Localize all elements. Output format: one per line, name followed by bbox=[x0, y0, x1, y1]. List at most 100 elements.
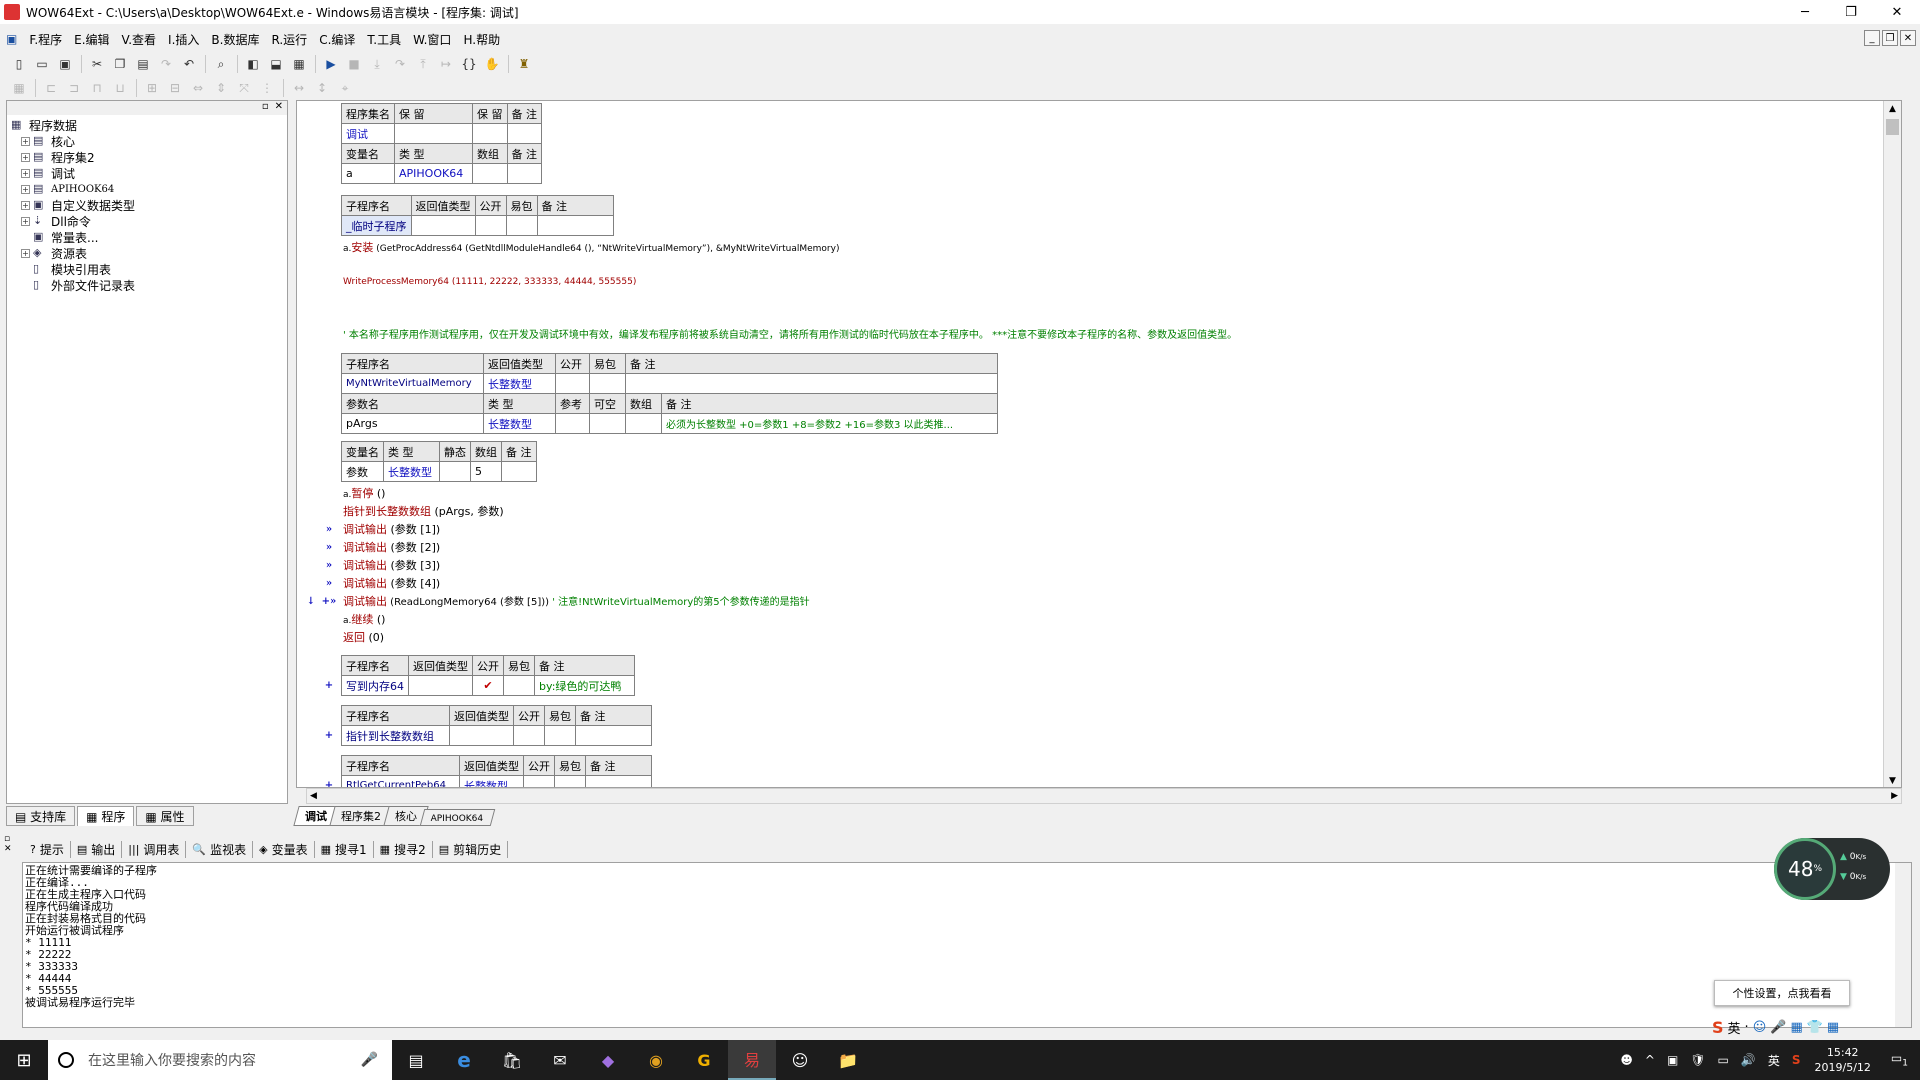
undo-icon[interactable]: ↶ bbox=[178, 54, 200, 74]
menu-view[interactable]: V.查看 bbox=[116, 31, 162, 48]
tab-clipboard-history[interactable]: ▤ 剪辑历史 bbox=[433, 840, 509, 858]
menu-window[interactable]: W.窗口 bbox=[407, 31, 457, 48]
tree-item-external-files[interactable]: ▯ 外部文件记录表 bbox=[11, 277, 287, 293]
panel-close-icon[interactable]: ✕ bbox=[4, 844, 12, 854]
layout-output-icon[interactable]: ⬓ bbox=[265, 54, 287, 74]
people-icon[interactable]: ☻ bbox=[1614, 1053, 1639, 1067]
sogou-tray-icon[interactable]: S bbox=[1786, 1053, 1807, 1067]
editor-vertical-scrollbar[interactable]: ▲ ▼ bbox=[1883, 101, 1901, 787]
table-cell[interactable]: 长整数型 bbox=[459, 775, 524, 787]
step-over-icon[interactable]: ↷ bbox=[389, 54, 411, 74]
tree-item-debug[interactable]: + ▤ 调试 bbox=[11, 165, 287, 181]
tab-apihook64[interactable]: APIHOOK64 bbox=[419, 809, 495, 826]
checkmark-icon[interactable]: ✔ bbox=[472, 675, 504, 696]
align-top-icon[interactable]: ⊓ bbox=[86, 78, 108, 98]
mdi-minimize-button[interactable]: _ bbox=[1864, 30, 1880, 46]
code-line[interactable]: 调试输出 (参数 [3]) bbox=[343, 557, 440, 575]
tray-app-icon[interactable]: ▣ bbox=[1661, 1053, 1684, 1067]
breakpoint-icon[interactable]: {} bbox=[458, 54, 480, 74]
table-cell[interactable] bbox=[503, 675, 535, 696]
table-cell[interactable] bbox=[513, 725, 545, 746]
layout-full-icon[interactable]: ▦ bbox=[288, 54, 310, 74]
volume-icon[interactable]: 🔊 bbox=[1735, 1053, 1762, 1067]
hspace-icon[interactable]: ↔ bbox=[288, 78, 310, 98]
table-cell[interactable] bbox=[589, 373, 626, 394]
expand-icon[interactable]: + bbox=[21, 152, 30, 162]
tree-item-dll-commands[interactable]: + ⇣ Dll命令 bbox=[11, 213, 287, 229]
tree-item-resources[interactable]: + ◈ 资源表 bbox=[11, 245, 287, 261]
code-line[interactable]: 调试输出 (参数 [1]) bbox=[343, 521, 440, 539]
tree-item-core[interactable]: + ▤ 核心 bbox=[11, 133, 287, 149]
table-cell[interactable] bbox=[575, 725, 652, 746]
ime-keyboard-icon[interactable]: ▦ bbox=[1790, 1020, 1802, 1035]
ime-voice-icon[interactable]: 🎤 bbox=[1770, 1020, 1786, 1035]
gutter-marker[interactable]: » bbox=[319, 557, 339, 575]
show-hidden-icons-icon[interactable]: ^ bbox=[1639, 1053, 1661, 1067]
taskbar-search[interactable]: 在这里输入你要搜索的内容 🎤 bbox=[48, 1040, 392, 1080]
table-cell[interactable]: by:绿色的可达鸭 bbox=[534, 675, 635, 696]
table-cell[interactable] bbox=[536, 215, 614, 236]
gutter-marker[interactable]: +» bbox=[319, 593, 339, 611]
close-button[interactable]: ✕ bbox=[1874, 0, 1920, 24]
tab-call-stack[interactable]: ||| 调用表 bbox=[122, 840, 187, 858]
vspace-icon[interactable]: ↕ bbox=[311, 78, 333, 98]
new-file-icon[interactable]: ▯ bbox=[8, 54, 30, 74]
tree-item-module-refs[interactable]: ▯ 模块引用表 bbox=[11, 261, 287, 277]
same-size-icon[interactable]: ⤧ bbox=[233, 78, 255, 98]
gutter-marker[interactable]: » bbox=[319, 521, 339, 539]
ime-punctuation-icon[interactable]: · bbox=[1745, 1020, 1749, 1035]
cut-icon[interactable]: ✂ bbox=[86, 54, 108, 74]
align-right-icon[interactable]: ⊐ bbox=[63, 78, 85, 98]
code-line[interactable]: a.安装 (GetProcAddress64 (GetNtdllModuleHa… bbox=[343, 239, 839, 257]
table-cell[interactable]: 参数 bbox=[341, 461, 384, 482]
gutter-marker[interactable]: » bbox=[319, 539, 339, 557]
code-comment[interactable]: ' 本名称子程序用作测试程序用，仅在开发及调试环境中有效，编译发布程序前将被系统… bbox=[343, 327, 1237, 345]
table-cell[interactable] bbox=[505, 215, 538, 236]
table-cell[interactable] bbox=[585, 775, 652, 787]
task-view-icon[interactable]: ▤ bbox=[392, 1040, 440, 1080]
panel-float-icon[interactable]: ▫ bbox=[262, 101, 269, 115]
center-vertical-icon[interactable]: ⊟ bbox=[164, 78, 186, 98]
run-to-cursor-icon[interactable]: ↦ bbox=[435, 54, 457, 74]
table-cell[interactable] bbox=[394, 123, 473, 144]
file-explorer-icon[interactable]: 📁 bbox=[824, 1040, 872, 1080]
expand-icon[interactable]: + bbox=[21, 216, 30, 226]
table-cell[interactable] bbox=[555, 413, 590, 434]
table-cell[interactable]: MyNtWriteVirtualMemory bbox=[341, 373, 484, 394]
menu-database[interactable]: B.数据库 bbox=[205, 31, 265, 48]
ime-toolbox-icon[interactable]: ▦ bbox=[1827, 1020, 1839, 1035]
code-line[interactable]: 调试输出 (ReadLongMemory64 (参数 [5])) ' 注意!Nt… bbox=[343, 593, 810, 611]
mdi-restore-button[interactable]: ❐ bbox=[1882, 30, 1898, 46]
table-cell[interactable]: 长整数型 bbox=[383, 461, 440, 482]
chrome-icon[interactable]: ◉ bbox=[632, 1040, 680, 1080]
table-cell[interactable] bbox=[474, 215, 507, 236]
copy-icon[interactable]: ❐ bbox=[109, 54, 131, 74]
panel-float-icon[interactable]: ▫ bbox=[4, 834, 10, 844]
editor-horizontal-scrollbar[interactable]: ◀ ▶ bbox=[306, 788, 1902, 804]
app-g-icon[interactable]: G bbox=[680, 1040, 728, 1080]
tree-item-constants[interactable]: ▣ 常量表... bbox=[11, 229, 287, 245]
menu-insert[interactable]: I.插入 bbox=[162, 31, 205, 48]
table-cell[interactable]: 长整数型 bbox=[483, 413, 556, 434]
ime-emoji-icon[interactable]: ☺ bbox=[1753, 1020, 1767, 1035]
wizard-icon[interactable]: ♜ bbox=[513, 54, 535, 74]
hand-icon[interactable]: ✋ bbox=[481, 54, 503, 74]
menu-edit[interactable]: E.编辑 bbox=[68, 31, 115, 48]
layout-panel-icon[interactable]: ◧ bbox=[242, 54, 264, 74]
table-cell[interactable] bbox=[589, 413, 626, 434]
code-line[interactable]: a.继续 () bbox=[343, 611, 385, 629]
expand-icon[interactable]: + bbox=[21, 136, 30, 146]
defender-icon[interactable]: 🛡 bbox=[1684, 1053, 1711, 1067]
expand-icon[interactable]: + bbox=[21, 168, 30, 178]
table-cell[interactable]: 调试 bbox=[341, 123, 395, 144]
table-cell[interactable]: pArgs bbox=[341, 413, 484, 434]
center-form-icon[interactable]: ⌖ bbox=[334, 78, 356, 98]
scroll-thumb[interactable] bbox=[1886, 119, 1899, 135]
easy-language-icon[interactable]: 易 bbox=[728, 1040, 776, 1080]
stop-icon[interactable]: ■ bbox=[343, 54, 365, 74]
table-cell[interactable] bbox=[544, 725, 576, 746]
table-cell[interactable] bbox=[472, 163, 508, 184]
table-cell[interactable]: 写到内存64 bbox=[341, 675, 409, 696]
table-cell[interactable] bbox=[523, 775, 555, 787]
expand-icon[interactable]: + bbox=[21, 184, 30, 194]
